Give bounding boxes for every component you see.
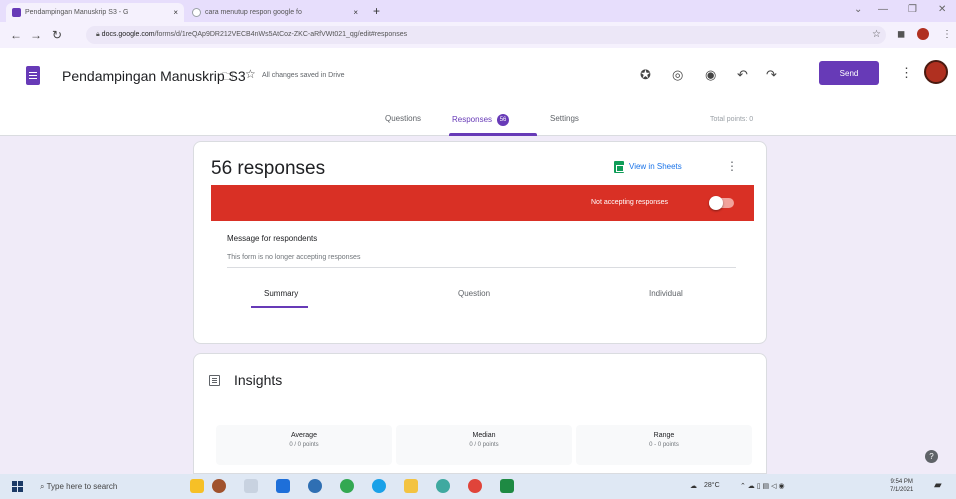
taskbar-search[interactable]: ⌕ Type here to search [36, 477, 166, 496]
responses-more-icon[interactable]: ⋮ [726, 159, 738, 173]
redo-icon[interactable]: ↷ [766, 67, 777, 83]
back-icon[interactable]: ← [10, 28, 22, 42]
forms-header: Pendampingan Manuskrip S3 🗀︎ ☆ All chang… [0, 48, 956, 136]
save-status: All changes saved in Drive [262, 72, 345, 79]
tab-settings[interactable]: Settings [550, 114, 579, 123]
clock-date: 7/1/2021 [890, 487, 914, 493]
help-icon[interactable]: ? [925, 450, 938, 463]
search-placeholder: Type here to search [46, 482, 118, 491]
not-accepting-label: Not accepting responses [591, 199, 669, 206]
forms-logo-icon[interactable] [26, 66, 40, 85]
window-close-icon[interactable]: ✕ [938, 4, 946, 15]
forward-icon[interactable]: → [30, 28, 42, 42]
subtab-question[interactable]: Question [458, 289, 490, 298]
tab-close-icon[interactable]: × [353, 8, 358, 17]
palette-icon[interactable]: ◎ [672, 67, 683, 83]
more-options-icon[interactable]: ⋮ [900, 65, 913, 81]
app-icon[interactable] [436, 479, 450, 493]
taskbar-clock[interactable]: 9:54 PM 7/1/2021 [890, 478, 913, 494]
tray-icons[interactable]: ⌃ ☁︎ ▯ ▤ ◁ ◉ [740, 482, 785, 490]
address-bar[interactable]: 🔒︎ docs.google.com/forms/d/1reQAp9DR212V… [86, 26, 886, 44]
address-host: docs.google.com [101, 31, 155, 38]
bookmark-star-icon[interactable]: ☆ [872, 29, 881, 40]
windows-start-icon[interactable] [12, 481, 23, 492]
maximize-icon[interactable]: ❐ [908, 4, 917, 15]
responses-count-badge: 56 [497, 114, 510, 126]
stat-label: Average [291, 432, 317, 439]
stat-range: Range 0 - 0 points [576, 425, 752, 465]
send-button[interactable]: Send [819, 61, 879, 85]
insights-title: Insights [234, 372, 283, 388]
avatar[interactable] [924, 60, 948, 84]
weather-temp[interactable]: 28°C [704, 482, 720, 489]
responses-count: 56 responses [211, 158, 326, 179]
browser-toolbar: ← → ↻ 🔒︎ docs.google.com/forms/d/1reQAp9… [0, 22, 956, 48]
tab-title: Pendampingan Manuskrip S3 - G [25, 9, 129, 16]
user-app-icon[interactable] [212, 479, 226, 493]
subtab-individual[interactable]: Individual [649, 289, 683, 298]
preview-eye-icon[interactable]: ◉ [705, 67, 716, 83]
stat-value: 0 - 0 points [649, 442, 679, 448]
accepting-responses-toggle[interactable] [709, 196, 734, 210]
active-tab-indicator [449, 133, 537, 136]
excel-app-icon[interactable] [500, 479, 514, 493]
customize-theme-icon[interactable]: ✪ [640, 67, 651, 83]
tab-responses[interactable]: Responses 56 [452, 114, 510, 126]
move-to-folder-icon[interactable]: 🗀︎ [222, 68, 233, 87]
address-path: /forms/d/1reQAp9DR212VECB4nWs5AtCoz-ZKC-… [154, 31, 408, 38]
star-icon[interactable]: ☆ [245, 67, 256, 81]
weather-icon[interactable]: ☁︎ [690, 482, 697, 490]
notification-icon[interactable]: ▰ [934, 480, 942, 491]
tab-responses-label: Responses [452, 115, 493, 125]
windows-taskbar: ⌕ Type here to search ☁︎ 28°C ⌃ ☁︎ ▯ ▤ ◁… [0, 474, 956, 499]
tab-close-icon[interactable]: × [173, 8, 178, 17]
cortana-app-icon[interactable] [190, 479, 204, 493]
extension-icon[interactable]: ◼ [897, 29, 905, 40]
edge-app-icon[interactable] [308, 479, 322, 493]
stat-label: Range [653, 432, 675, 439]
browser-menu-icon[interactable]: ⋮ [942, 29, 952, 40]
browser-app-icon[interactable] [372, 479, 386, 493]
tab-title: cara menutup respon google fo [205, 9, 302, 16]
responses-card: 56 responses View in Sheets ⋮ Not accept… [193, 141, 767, 344]
browser-tab-forms[interactable]: Pendampingan Manuskrip S3 - G × [6, 3, 184, 22]
stat-median: Median 0 / 0 points [396, 425, 572, 465]
word-app-icon[interactable] [276, 479, 290, 493]
stat-value: 0 / 0 points [289, 442, 319, 448]
stat-average: Average 0 / 0 points [216, 425, 392, 465]
sheets-icon[interactable] [614, 161, 624, 173]
chrome-profile-icon[interactable] [468, 479, 482, 493]
chrome-app-icon[interactable] [340, 479, 354, 493]
subtab-indicator [251, 306, 308, 308]
clock-time: 9:54 PM [890, 479, 913, 485]
forms-favicon-icon [12, 8, 21, 17]
total-points: Total points: 0 [710, 116, 754, 123]
subtab-summary[interactable]: Summary [264, 289, 298, 298]
insights-card: Insights Average 0 / 0 points Median 0 /… [193, 353, 767, 474]
file-explorer-icon[interactable] [404, 479, 418, 493]
browser-tab-strip: Pendampingan Manuskrip S3 - G × cara men… [0, 0, 956, 22]
reload-icon[interactable]: ↻ [52, 28, 62, 42]
form-tabs: Questions Responses 56 Settings Total poi… [0, 108, 956, 136]
insights-icon [209, 375, 220, 386]
message-title: Message for respondents [227, 234, 318, 243]
google-favicon-icon [192, 8, 201, 17]
undo-icon[interactable]: ↶ [737, 67, 748, 83]
not-accepting-banner: Not accepting responses [211, 185, 754, 221]
tab-search-icon[interactable]: ⌄ [854, 4, 862, 15]
tab-questions[interactable]: Questions [385, 114, 421, 123]
view-in-sheets-link[interactable]: View in Sheets [629, 162, 682, 171]
browser-tab-search[interactable]: cara menutup respon google fo × [186, 3, 364, 22]
message-input[interactable]: This form is no longer accepting respons… [227, 250, 736, 268]
stat-label: Median [472, 432, 496, 439]
minimize-icon[interactable]: — [878, 4, 888, 15]
profile-avatar-icon[interactable] [917, 28, 929, 40]
form-title[interactable]: Pendampingan Manuskrip S3 [62, 68, 246, 84]
task-view-icon[interactable] [244, 479, 258, 493]
new-tab-button[interactable]: + [373, 4, 380, 18]
stat-value: 0 / 0 points [469, 442, 499, 448]
